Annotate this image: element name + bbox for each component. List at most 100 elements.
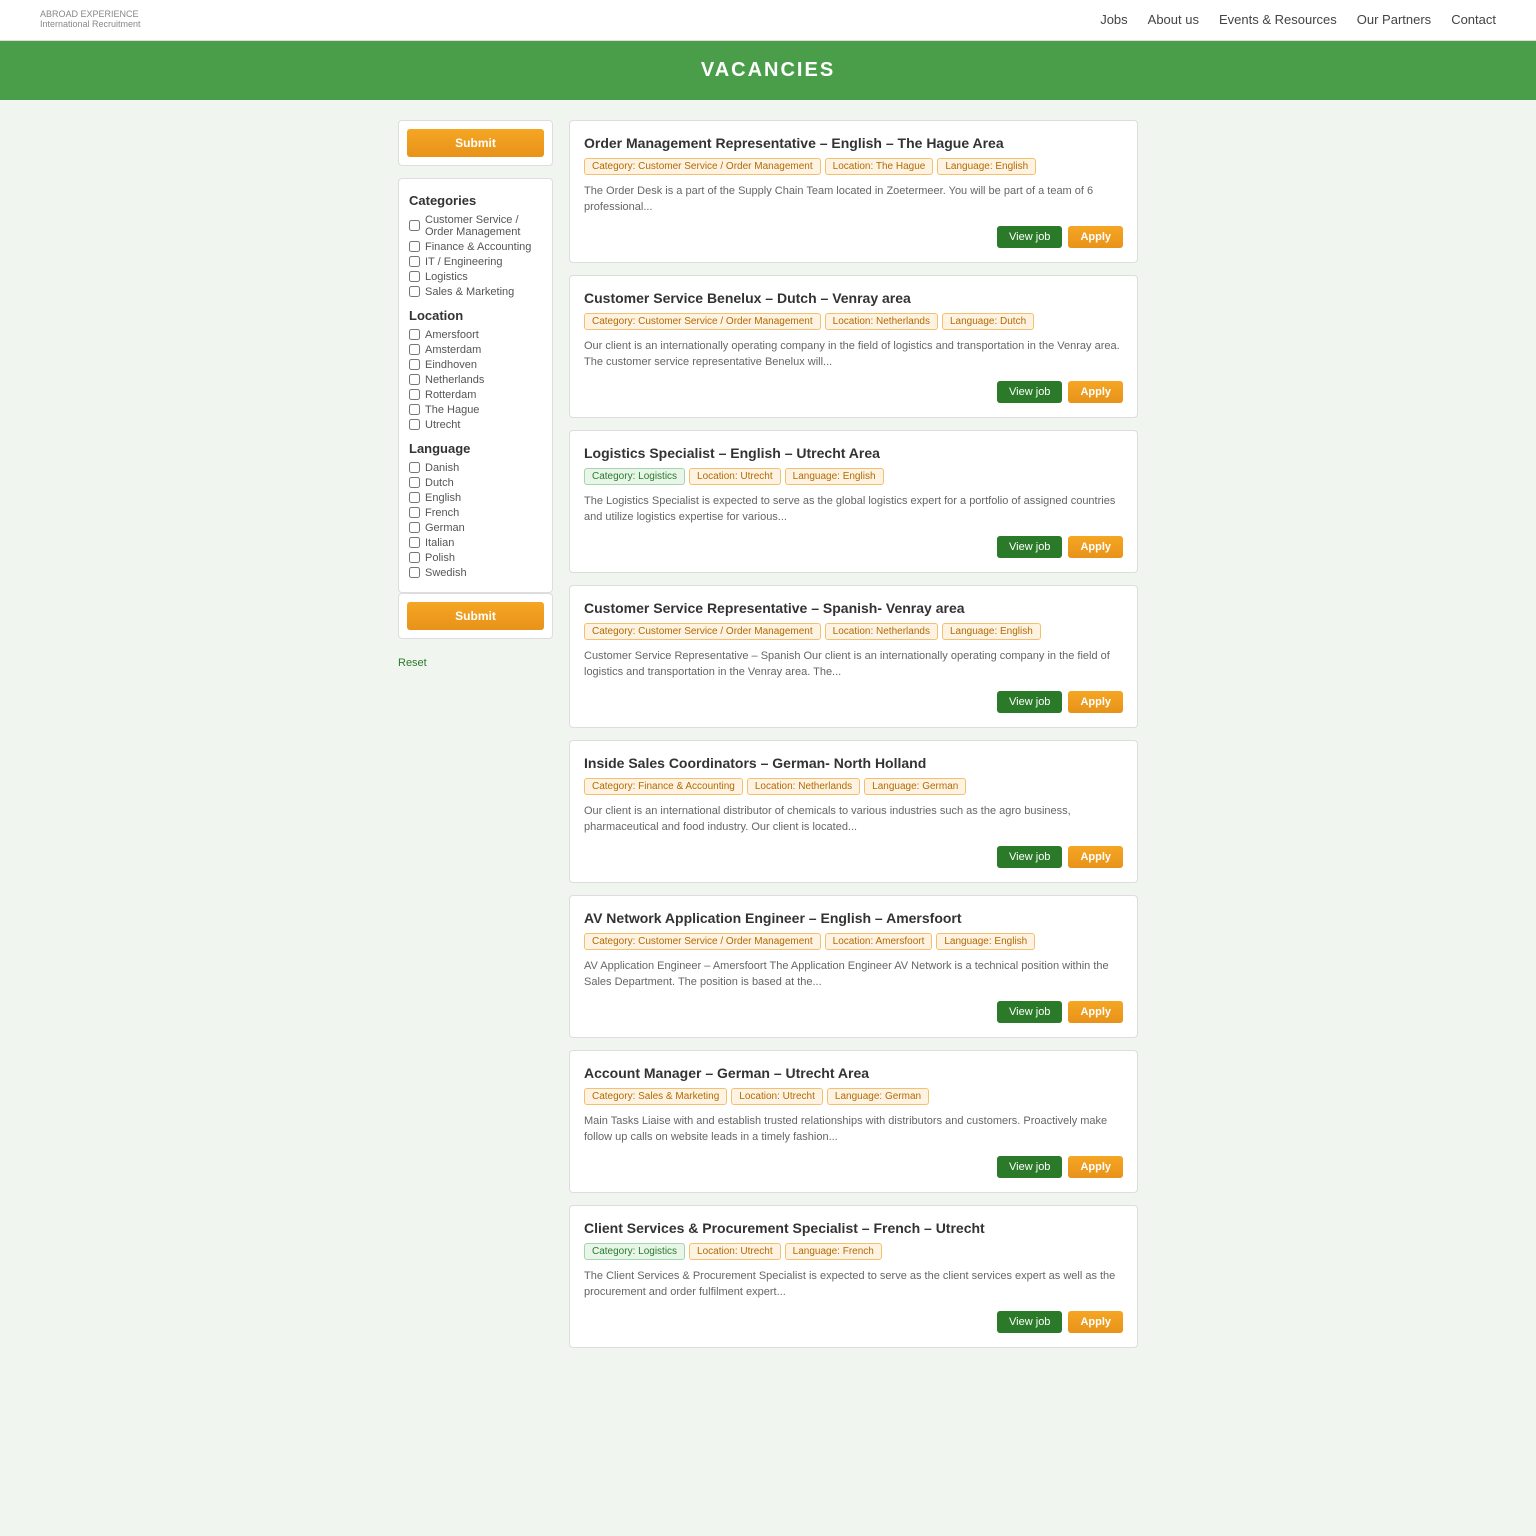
- job-actions: View job Apply: [584, 1001, 1123, 1023]
- category-item: Logistics: [409, 271, 542, 283]
- language-item: Italian: [409, 537, 542, 549]
- language-label: French: [425, 507, 459, 519]
- job-description: The Order Desk is a part of the Supply C…: [584, 183, 1123, 216]
- language-label: English: [425, 492, 461, 504]
- location-checkbox[interactable]: [409, 359, 420, 370]
- brand-tagline: International Recruitment: [40, 20, 141, 30]
- location-item: Amsterdam: [409, 344, 542, 356]
- language-label: Danish: [425, 462, 459, 474]
- job-tags: Category: Customer Service / Order Manag…: [584, 158, 1123, 175]
- view-job-button[interactable]: View job: [997, 846, 1062, 868]
- category-checkbox[interactable]: [409, 271, 420, 282]
- job-tag: Language: German: [827, 1088, 929, 1105]
- job-tags: Category: Finance & AccountingLocation: …: [584, 778, 1123, 795]
- job-actions: View job Apply: [584, 381, 1123, 403]
- job-description: AV Application Engineer – Amersfoort The…: [584, 958, 1123, 991]
- nav-item-aboutus[interactable]: About us: [1148, 12, 1199, 27]
- location-checkbox[interactable]: [409, 419, 420, 430]
- filter-panel: Categories Customer Service / Order Mana…: [398, 178, 553, 593]
- job-card: Account Manager – German – Utrecht Area …: [569, 1050, 1138, 1193]
- language-checkbox[interactable]: [409, 567, 420, 578]
- job-card: Order Management Representative – Englis…: [569, 120, 1138, 263]
- job-description: Our client is an internationally operati…: [584, 338, 1123, 371]
- view-job-button[interactable]: View job: [997, 1311, 1062, 1333]
- language-checkbox[interactable]: [409, 462, 420, 473]
- language-checkbox[interactable]: [409, 522, 420, 533]
- apply-button[interactable]: Apply: [1068, 1001, 1123, 1023]
- category-checkbox[interactable]: [409, 241, 420, 252]
- location-item: Amersfoort: [409, 329, 542, 341]
- page-title: VACANCIES: [0, 41, 1536, 100]
- category-label: IT / Engineering: [425, 256, 502, 268]
- language-item: Dutch: [409, 477, 542, 489]
- apply-button[interactable]: Apply: [1068, 226, 1123, 248]
- category-item: Finance & Accounting: [409, 241, 542, 253]
- job-tag: Location: Utrecht: [689, 1243, 781, 1260]
- job-card: AV Network Application Engineer – Englis…: [569, 895, 1138, 1038]
- view-job-button[interactable]: View job: [997, 226, 1062, 248]
- category-checkbox[interactable]: [409, 256, 420, 267]
- job-tag: Location: Amersfoort: [825, 933, 933, 950]
- location-item: The Hague: [409, 404, 542, 416]
- location-title: Location: [409, 308, 542, 323]
- apply-button[interactable]: Apply: [1068, 1156, 1123, 1178]
- view-job-button[interactable]: View job: [997, 1001, 1062, 1023]
- location-item: Rotterdam: [409, 389, 542, 401]
- view-job-button[interactable]: View job: [997, 1156, 1062, 1178]
- language-checkbox[interactable]: [409, 552, 420, 563]
- job-tags: Category: Sales & MarketingLocation: Utr…: [584, 1088, 1123, 1105]
- location-checkbox[interactable]: [409, 404, 420, 415]
- language-checkbox[interactable]: [409, 477, 420, 488]
- brand-logo: ABROAD EXPERIENCE International Recruitm…: [40, 10, 141, 30]
- nav-item-contact[interactable]: Contact: [1451, 12, 1496, 27]
- job-tags: Category: LogisticsLocation: UtrechtLang…: [584, 468, 1123, 485]
- apply-button[interactable]: Apply: [1068, 1311, 1123, 1333]
- language-checkbox[interactable]: [409, 537, 420, 548]
- location-checkbox[interactable]: [409, 389, 420, 400]
- nav-item-ourpartners[interactable]: Our Partners: [1357, 12, 1431, 27]
- job-tag: Category: Finance & Accounting: [584, 778, 743, 795]
- job-title: AV Network Application Engineer – Englis…: [584, 910, 1123, 926]
- job-actions: View job Apply: [584, 226, 1123, 248]
- location-label: Netherlands: [425, 374, 484, 386]
- job-actions: View job Apply: [584, 536, 1123, 558]
- job-tag: Language: English: [937, 158, 1036, 175]
- view-job-button[interactable]: View job: [997, 536, 1062, 558]
- job-card: Customer Service Benelux – Dutch – Venra…: [569, 275, 1138, 418]
- job-tag: Category: Logistics: [584, 468, 685, 485]
- job-title: Order Management Representative – Englis…: [584, 135, 1123, 151]
- view-job-button[interactable]: View job: [997, 691, 1062, 713]
- language-item: Polish: [409, 552, 542, 564]
- apply-button[interactable]: Apply: [1068, 846, 1123, 868]
- category-checkbox[interactable]: [409, 220, 420, 231]
- job-tag: Location: Netherlands: [825, 313, 938, 330]
- location-checkbox[interactable]: [409, 344, 420, 355]
- job-tag: Category: Customer Service / Order Manag…: [584, 313, 821, 330]
- job-description: Main Tasks Liaise with and establish tru…: [584, 1113, 1123, 1146]
- apply-button[interactable]: Apply: [1068, 691, 1123, 713]
- language-checkbox[interactable]: [409, 492, 420, 503]
- job-tag: Category: Logistics: [584, 1243, 685, 1260]
- sidebar-bottom-submit: Submit: [398, 593, 553, 639]
- location-checkbox[interactable]: [409, 329, 420, 340]
- apply-button[interactable]: Apply: [1068, 381, 1123, 403]
- location-item: Netherlands: [409, 374, 542, 386]
- job-title: Account Manager – German – Utrecht Area: [584, 1065, 1123, 1081]
- language-label: Dutch: [425, 477, 454, 489]
- job-description: The Logistics Specialist is expected to …: [584, 493, 1123, 526]
- location-checkbox[interactable]: [409, 374, 420, 385]
- category-item: Customer Service / Order Management: [409, 214, 542, 238]
- apply-button[interactable]: Apply: [1068, 536, 1123, 558]
- job-tag: Language: Dutch: [942, 313, 1034, 330]
- job-description: The Client Services & Procurement Specia…: [584, 1268, 1123, 1301]
- nav-item-eventsresources[interactable]: Events & Resources: [1219, 12, 1337, 27]
- bottom-submit-button[interactable]: Submit: [407, 602, 544, 630]
- view-job-button[interactable]: View job: [997, 381, 1062, 403]
- language-label: Swedish: [425, 567, 467, 579]
- top-submit-button[interactable]: Submit: [407, 129, 544, 157]
- language-item: Swedish: [409, 567, 542, 579]
- nav-item-jobs[interactable]: Jobs: [1100, 12, 1127, 27]
- category-checkbox[interactable]: [409, 286, 420, 297]
- reset-link[interactable]: Reset: [398, 657, 427, 669]
- language-checkbox[interactable]: [409, 507, 420, 518]
